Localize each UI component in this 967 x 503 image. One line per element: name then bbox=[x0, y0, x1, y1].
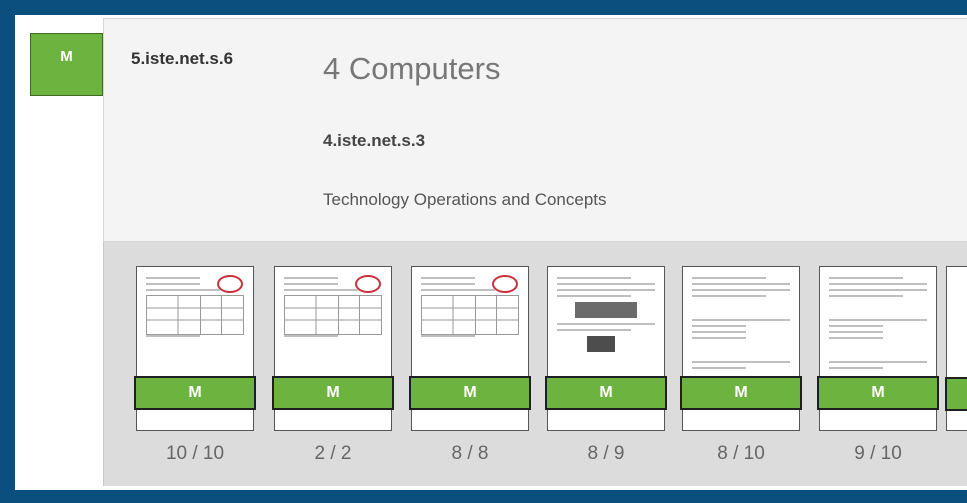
score-label: 2 / 2 bbox=[314, 443, 352, 464]
standard-mastery-label: M bbox=[60, 48, 73, 65]
work-sample[interactable]: M 10 / 10 bbox=[134, 266, 256, 465]
mastery-badge: M bbox=[272, 376, 394, 410]
score-label: 8 / 10 bbox=[717, 443, 765, 464]
standard-title: 4 Computers bbox=[323, 51, 501, 86]
mastery-badge: M bbox=[134, 376, 256, 410]
work-sample[interactable]: M 8 / 8 bbox=[409, 266, 531, 465]
work-sample[interactable]: M 8 / 9 bbox=[545, 266, 667, 465]
mastery-badge: M bbox=[409, 376, 531, 410]
work-thumbnail-partial[interactable] bbox=[945, 266, 967, 431]
child-standard-code: 4.iste.net.s.3 bbox=[323, 131, 426, 150]
score-label: 9 / 10 bbox=[854, 443, 902, 464]
standard-mastery-badge: M bbox=[30, 33, 103, 96]
score-label: 8 / 8 bbox=[451, 443, 489, 464]
mastery-badge-partial bbox=[945, 377, 967, 411]
work-samples-strip: M 10 / 10 M 2 / 2 M 8 / 8 M 8 / 9 M 8 / … bbox=[103, 242, 967, 486]
mastery-badge: M bbox=[545, 376, 667, 410]
mastery-badge: M bbox=[680, 376, 802, 410]
score-label: 8 / 9 bbox=[587, 443, 625, 464]
standard-header: 5.iste.net.s.6 4 Computers 4.iste.net.s.… bbox=[103, 18, 967, 242]
work-sample[interactable]: M 8 / 10 bbox=[680, 266, 802, 465]
standard-description: Technology Operations and Concepts bbox=[323, 190, 607, 209]
mastery-badge: M bbox=[817, 376, 939, 410]
work-sample[interactable]: M 2 / 2 bbox=[272, 266, 394, 465]
parent-standard-code: 5.iste.net.s.6 bbox=[131, 49, 234, 68]
score-label: 10 / 10 bbox=[165, 443, 225, 464]
work-sample[interactable]: M 9 / 10 bbox=[817, 266, 939, 465]
